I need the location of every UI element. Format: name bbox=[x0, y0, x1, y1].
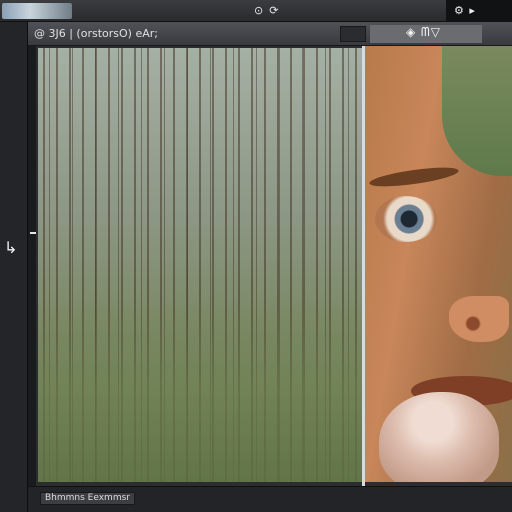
arrow-icon[interactable]: ↳ bbox=[4, 238, 17, 257]
top-icon-group: ⊙ ⟳ bbox=[254, 4, 278, 17]
status-text: Bhmmns Eexmmsr bbox=[40, 492, 135, 505]
settings-icon[interactable]: ⚙ ▸ bbox=[446, 0, 512, 22]
portrait-brow bbox=[368, 163, 460, 191]
zoom-field[interactable] bbox=[340, 26, 366, 42]
view-icon[interactable]: ⊙ bbox=[254, 4, 263, 17]
portrait-background-foliage bbox=[442, 46, 512, 176]
document-title[interactable]: @ 3J6 | (orstorsO) eAr; bbox=[34, 27, 158, 40]
portrait-nose bbox=[449, 296, 509, 342]
left-tool-panel: ↳ bbox=[0, 22, 28, 512]
rotate-icon[interactable]: ⟳ bbox=[269, 4, 278, 17]
forest-image-pane[interactable] bbox=[38, 48, 362, 482]
portrait-finger bbox=[379, 392, 499, 482]
document-tab-bar: @ 3J6 | (orstorsO) eAr; ◈ ᗰ▽ bbox=[28, 22, 512, 46]
portrait-image-pane[interactable] bbox=[365, 46, 512, 482]
portrait-eye bbox=[375, 196, 437, 242]
thumbnail-strip[interactable] bbox=[2, 3, 72, 19]
status-bar: Bhmmns Eexmmsr bbox=[28, 486, 512, 512]
top-toolbar: ⊙ ⟳ ⚙ ▸ bbox=[0, 0, 512, 22]
view-mode-button[interactable]: ◈ ᗰ▽ bbox=[370, 25, 482, 43]
